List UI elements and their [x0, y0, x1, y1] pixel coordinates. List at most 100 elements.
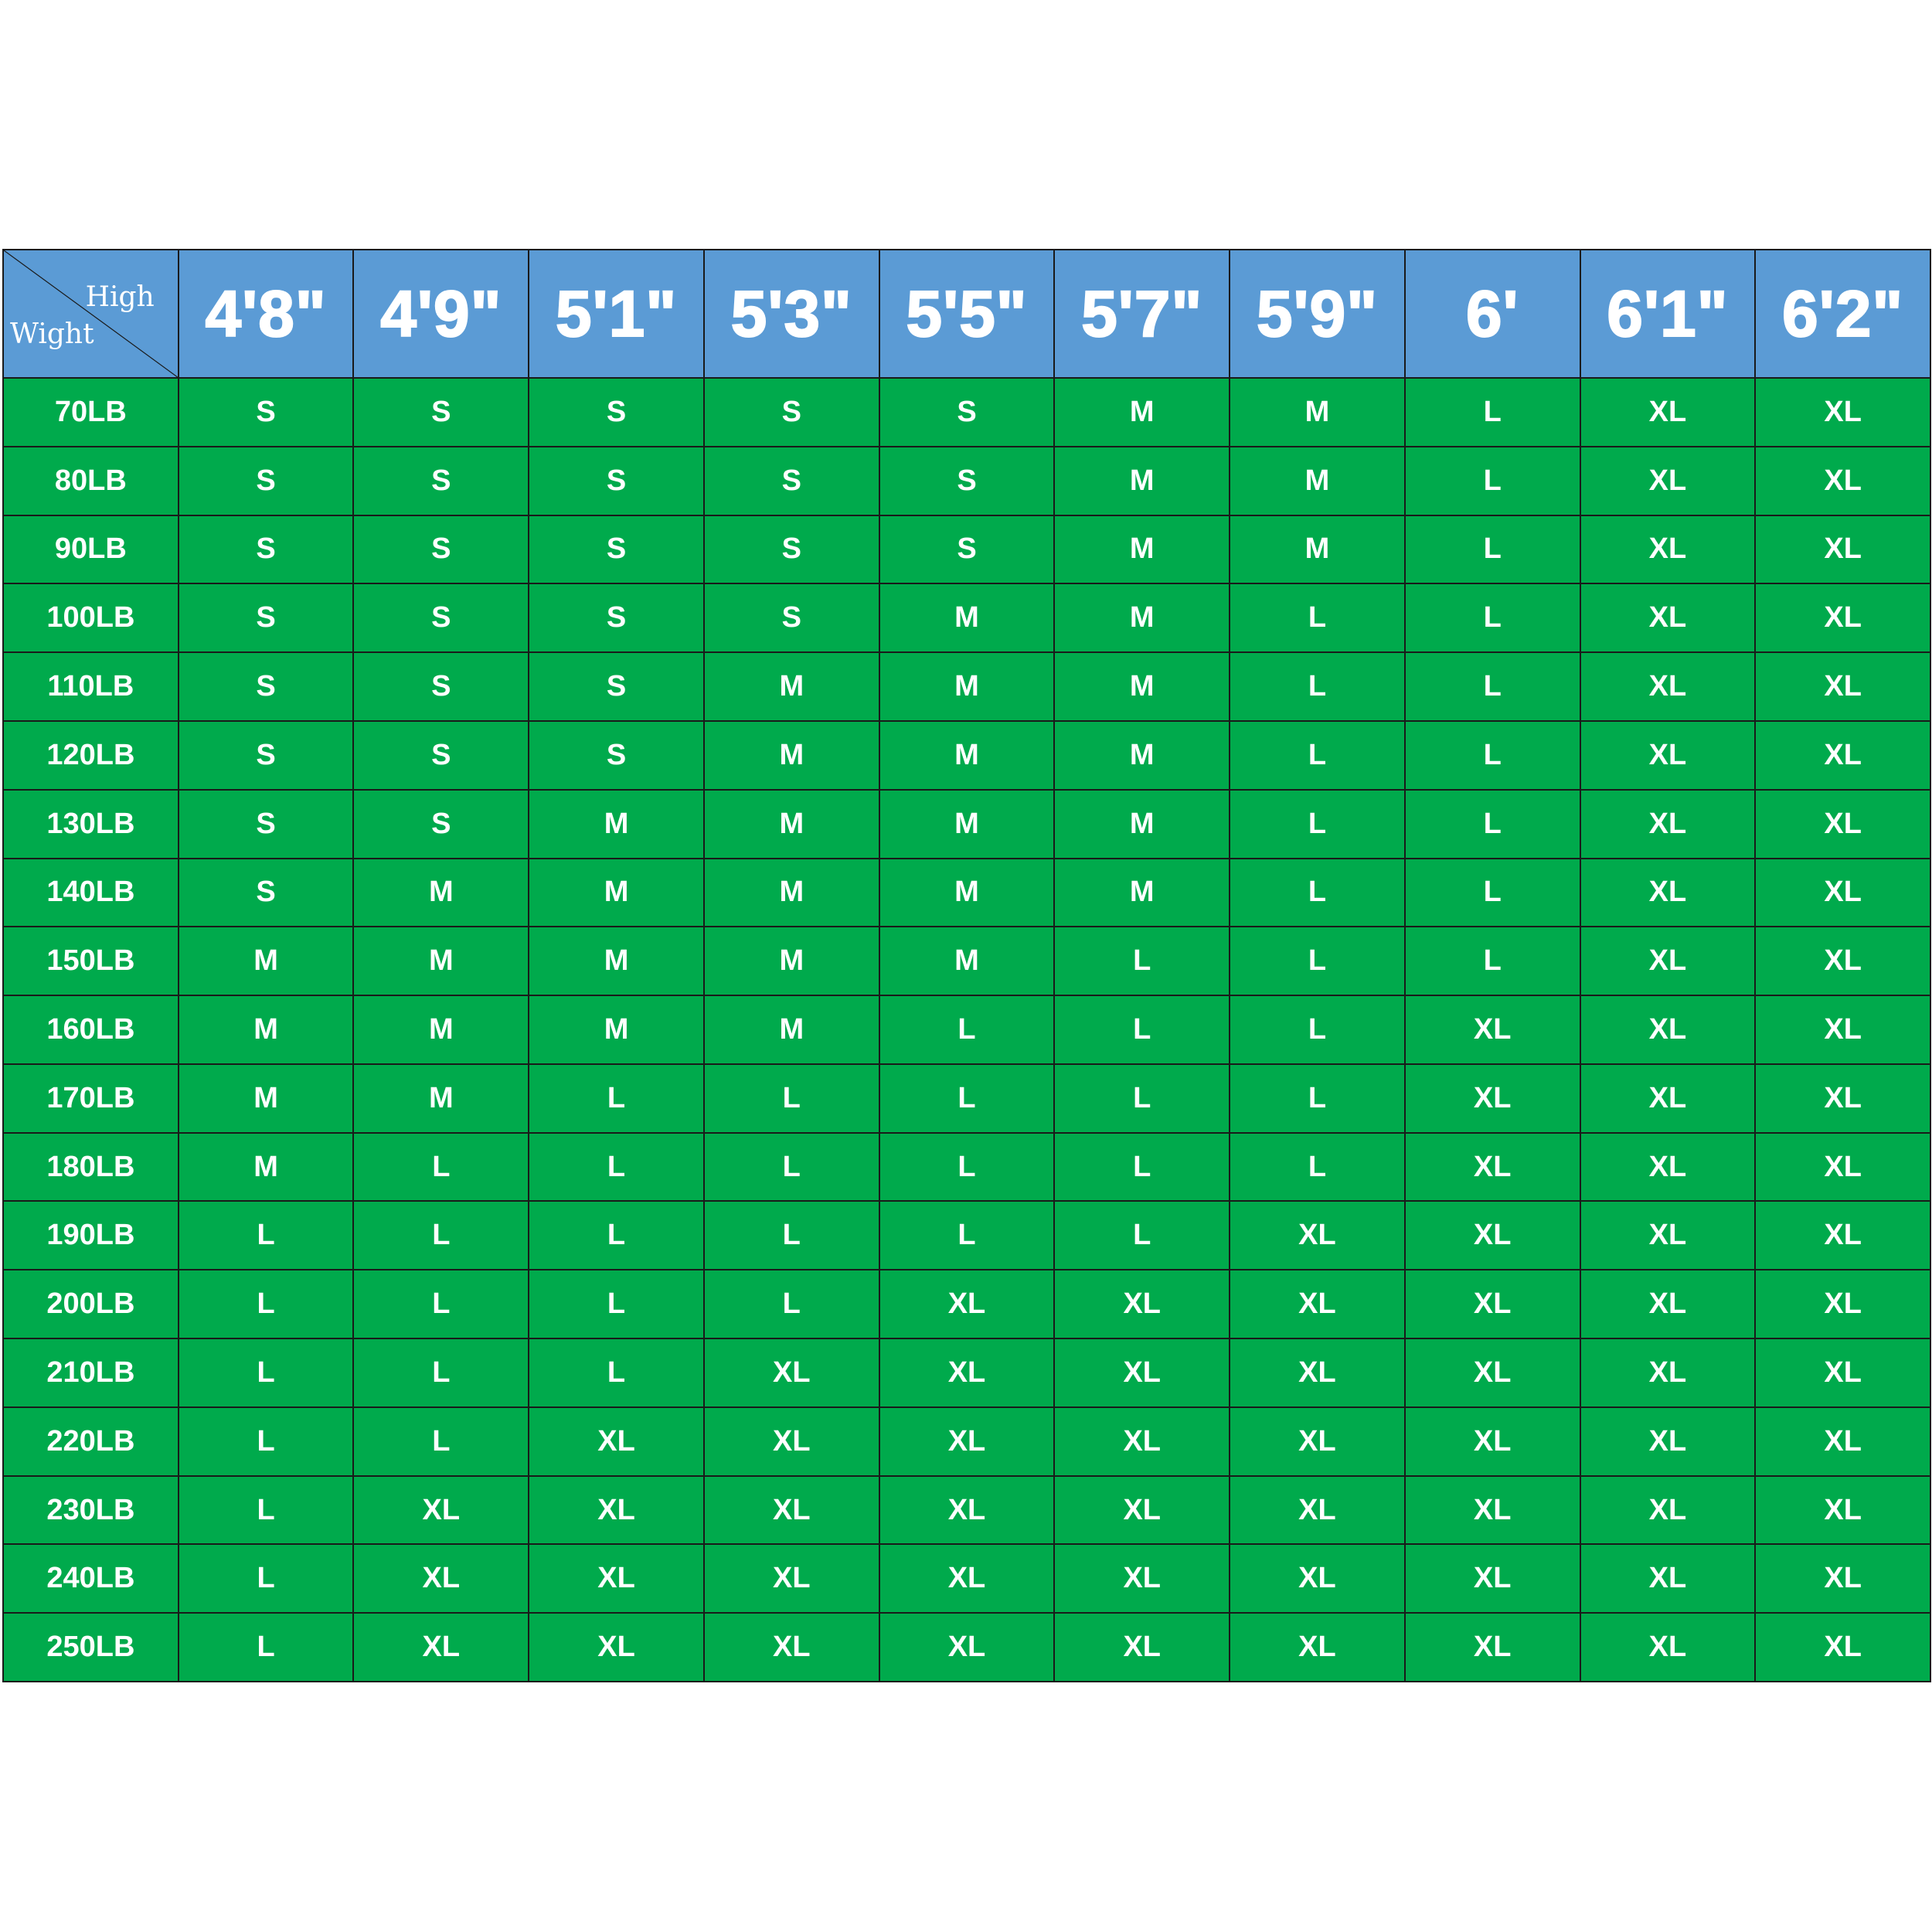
size-cell: M	[879, 927, 1054, 995]
size-cell: M	[179, 1133, 353, 1201]
weight-row-header: 200LB	[4, 1270, 178, 1338]
size-cell: L	[879, 996, 1054, 1063]
size-cell: M	[704, 859, 879, 927]
size-cell: S	[529, 721, 703, 789]
height-header-cell: 6'	[1405, 250, 1580, 377]
size-cell: M	[879, 653, 1054, 720]
size-cell: L	[1055, 1133, 1230, 1201]
size-cell: M	[1055, 859, 1230, 927]
size-cell: M	[179, 927, 353, 995]
size-cell: L	[179, 1339, 353, 1406]
height-header-cell: 5'5"	[879, 250, 1054, 377]
height-header-cell: 5'3"	[704, 250, 879, 377]
size-cell: M	[1055, 790, 1230, 858]
size-cell: XL	[1756, 1339, 1930, 1406]
size-cell: XL	[1756, 927, 1930, 995]
size-cell: XL	[1580, 653, 1755, 720]
size-cell: XL	[1756, 790, 1930, 858]
size-cell: M	[1055, 515, 1230, 583]
size-cell: M	[1230, 447, 1404, 515]
weight-row-header: 110LB	[4, 653, 178, 720]
weight-row-header: 70LB	[4, 379, 178, 446]
weight-row-header: 220LB	[4, 1407, 178, 1475]
size-cell: XL	[704, 1614, 879, 1681]
size-cell: XL	[704, 1476, 879, 1544]
size-cell: L	[179, 1407, 353, 1475]
size-cell: L	[1055, 996, 1230, 1063]
size-cell: XL	[1756, 1202, 1930, 1270]
size-cell: XL	[1055, 1614, 1230, 1681]
weight-row-header: 130LB	[4, 790, 178, 858]
size-cell: M	[179, 996, 353, 1063]
size-cell: M	[704, 927, 879, 995]
size-cell: XL	[1580, 1064, 1755, 1132]
size-cell: L	[1230, 996, 1404, 1063]
size-cell: L	[1230, 584, 1404, 652]
size-cell: M	[879, 790, 1054, 858]
size-cell: XL	[1756, 653, 1930, 720]
size-cell: M	[1055, 584, 1230, 652]
size-cell: S	[704, 584, 879, 652]
size-cell: L	[1405, 927, 1580, 995]
size-cell: M	[1230, 515, 1404, 583]
size-cell: M	[1055, 653, 1230, 720]
size-cell: L	[354, 1407, 529, 1475]
size-cell: XL	[879, 1407, 1054, 1475]
size-cell: XL	[879, 1339, 1054, 1406]
size-cell: XL	[1580, 790, 1755, 858]
size-cell: M	[179, 1064, 353, 1132]
size-cell: L	[1230, 1133, 1404, 1201]
size-cell: L	[1405, 721, 1580, 789]
weight-row-header: 180LB	[4, 1133, 178, 1201]
size-cell: XL	[1580, 1407, 1755, 1475]
size-cell: XL	[1756, 721, 1930, 789]
size-cell: XL	[1756, 584, 1930, 652]
size-cell: M	[354, 927, 529, 995]
size-cell: XL	[1580, 1545, 1755, 1613]
size-cell: L	[529, 1064, 703, 1132]
size-cell: XL	[1055, 1407, 1230, 1475]
size-cell: L	[879, 1202, 1054, 1270]
size-cell: L	[1405, 790, 1580, 858]
weight-row-header: 120LB	[4, 721, 178, 789]
weight-row-header: 160LB	[4, 996, 178, 1063]
size-cell: XL	[529, 1545, 703, 1613]
size-cell: L	[529, 1133, 703, 1201]
size-cell: XL	[1756, 1614, 1930, 1681]
size-cell: S	[179, 447, 353, 515]
size-cell: XL	[1756, 1476, 1930, 1544]
weight-row-header: 80LB	[4, 447, 178, 515]
size-cell: L	[1405, 515, 1580, 583]
size-cell: XL	[1756, 1545, 1930, 1613]
size-cell: XL	[1580, 1339, 1755, 1406]
height-header-cell: 6'1"	[1580, 250, 1755, 377]
size-cell: L	[354, 1339, 529, 1406]
size-cell: M	[704, 996, 879, 1063]
size-cell: XL	[1580, 1133, 1755, 1201]
size-cell: XL	[354, 1614, 529, 1681]
size-cell: XL	[354, 1545, 529, 1613]
size-cell: XL	[1405, 1339, 1580, 1406]
size-cell: M	[529, 927, 703, 995]
size-cell: L	[1230, 790, 1404, 858]
size-cell: XL	[1405, 1202, 1580, 1270]
size-cell: L	[1405, 859, 1580, 927]
size-cell: S	[704, 515, 879, 583]
size-cell: XL	[1230, 1545, 1404, 1613]
size-cell: XL	[879, 1614, 1054, 1681]
size-cell: XL	[1756, 859, 1930, 927]
size-cell: S	[354, 447, 529, 515]
size-cell: L	[1405, 447, 1580, 515]
size-cell: XL	[1756, 379, 1930, 446]
size-cell: XL	[1405, 1545, 1580, 1613]
weight-row-header: 240LB	[4, 1545, 178, 1613]
size-cell: XL	[1756, 1407, 1930, 1475]
size-cell: L	[354, 1133, 529, 1201]
size-cell: S	[179, 584, 353, 652]
size-cell: M	[1055, 447, 1230, 515]
size-cell: S	[179, 515, 353, 583]
size-cell: XL	[1055, 1339, 1230, 1406]
size-cell: M	[354, 1064, 529, 1132]
size-cell: XL	[1580, 996, 1755, 1063]
size-cell: XL	[1580, 447, 1755, 515]
